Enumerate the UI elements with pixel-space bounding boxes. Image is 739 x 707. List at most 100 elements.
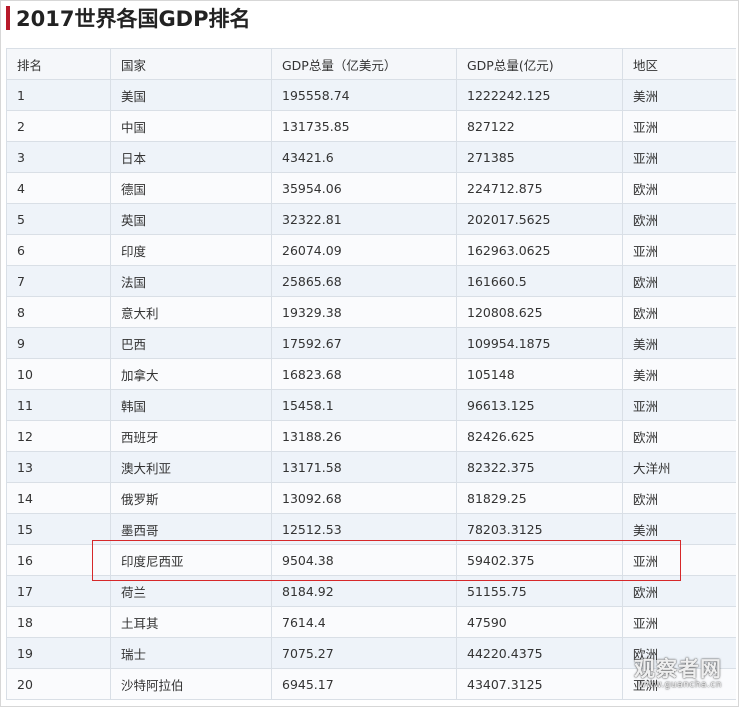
table-row: 5 英国 32322.81 202017.5625 欧洲 bbox=[6, 203, 736, 235]
gdp-ranking-table: 排名 国家 GDP总量（亿美元） GDP总量(亿元) 地区 1 美国 195558.… bbox=[6, 48, 736, 700]
country-cell: 印度尼西亚 bbox=[110, 544, 272, 576]
rank-cell: 6 bbox=[6, 234, 111, 266]
table-row: 1 美国 195558.74 1222242.125 美洲 bbox=[6, 79, 736, 111]
rank-cell: 9 bbox=[6, 327, 111, 359]
gdp-table-container: 排名 国家 GDP总量（亿美元） GDP总量(亿元) 地区 1 美国 195558.… bbox=[6, 48, 736, 700]
region-cell: 美洲 bbox=[622, 513, 736, 545]
page-frame: 2017世界各国GDP排名 排名 国家 GDP总量（亿美元） GDP总量(亿元)… bbox=[0, 0, 739, 707]
rank-cell: 2 bbox=[6, 110, 111, 142]
region-cell: 欧洲 bbox=[622, 420, 736, 452]
rank-cell: 12 bbox=[6, 420, 111, 452]
gdp-usd-cell: 16823.68 bbox=[271, 358, 457, 390]
region-cell: 亚洲 bbox=[622, 110, 736, 142]
gdp-usd-cell: 7614.4 bbox=[271, 606, 457, 638]
gdp-cny-cell: 105148 bbox=[456, 358, 623, 390]
rank-cell: 20 bbox=[6, 668, 111, 700]
header-row: 排名 国家 GDP总量（亿美元） GDP总量(亿元) 地区 bbox=[6, 48, 736, 80]
country-cell: 瑞士 bbox=[110, 637, 272, 669]
gdp-cny-cell: 59402.375 bbox=[456, 544, 623, 576]
gdp-usd-cell: 35954.06 bbox=[271, 172, 457, 204]
rank-cell: 18 bbox=[6, 606, 111, 638]
gdp-cny-cell: 1222242.125 bbox=[456, 79, 623, 111]
gdp-cny-cell: 202017.5625 bbox=[456, 203, 623, 235]
region-cell: 亚洲 bbox=[622, 234, 736, 266]
gdp-cny-cell: 82322.375 bbox=[456, 451, 623, 483]
table-row: 6 印度 26074.09 162963.0625 亚洲 bbox=[6, 234, 736, 266]
table-row: 3 日本 43421.6 271385 亚洲 bbox=[6, 141, 736, 173]
gdp-usd-cell: 26074.09 bbox=[271, 234, 457, 266]
country-cell: 意大利 bbox=[110, 296, 272, 328]
country-cell: 澳大利亚 bbox=[110, 451, 272, 483]
country-cell: 墨西哥 bbox=[110, 513, 272, 545]
header-gdp-cny: GDP总量(亿元) bbox=[456, 48, 623, 80]
region-cell: 欧洲 bbox=[622, 172, 736, 204]
region-cell: 欧洲 bbox=[622, 296, 736, 328]
country-cell: 土耳其 bbox=[110, 606, 272, 638]
gdp-usd-cell: 43421.6 bbox=[271, 141, 457, 173]
country-cell: 法国 bbox=[110, 265, 272, 297]
header-country: 国家 bbox=[110, 48, 272, 80]
rank-cell: 14 bbox=[6, 482, 111, 514]
gdp-cny-cell: 82426.625 bbox=[456, 420, 623, 452]
page-title: 2017世界各国GDP排名 bbox=[16, 7, 251, 31]
table-row: 11 韩国 15458.1 96613.125 亚洲 bbox=[6, 389, 736, 421]
country-cell: 韩国 bbox=[110, 389, 272, 421]
gdp-usd-cell: 6945.17 bbox=[271, 668, 457, 700]
rank-cell: 1 bbox=[6, 79, 111, 111]
header-gdp-usd: GDP总量（亿美元） bbox=[271, 48, 457, 80]
table-row: 4 德国 35954.06 224712.875 欧洲 bbox=[6, 172, 736, 204]
region-cell: 大洋州 bbox=[622, 451, 736, 483]
table-body: 1 美国 195558.74 1222242.125 美洲 2 中国 131735.85 827… bbox=[6, 79, 736, 700]
rank-cell: 4 bbox=[6, 172, 111, 204]
header-rank: 排名 bbox=[6, 48, 111, 80]
rank-cell: 7 bbox=[6, 265, 111, 297]
region-cell: 欧洲 bbox=[622, 575, 736, 607]
rank-cell: 15 bbox=[6, 513, 111, 545]
gdp-cny-cell: 109954.1875 bbox=[456, 327, 623, 359]
gdp-usd-cell: 9504.38 bbox=[271, 544, 457, 576]
gdp-cny-cell: 120808.625 bbox=[456, 296, 623, 328]
region-cell: 欧洲 bbox=[622, 203, 736, 235]
country-cell: 巴西 bbox=[110, 327, 272, 359]
gdp-usd-cell: 15458.1 bbox=[271, 389, 457, 421]
gdp-cny-cell: 162963.0625 bbox=[456, 234, 623, 266]
header-region: 地区 bbox=[622, 48, 736, 80]
rank-cell: 10 bbox=[6, 358, 111, 390]
country-cell: 中国 bbox=[110, 110, 272, 142]
region-cell: 亚洲 bbox=[622, 606, 736, 638]
country-cell: 印度 bbox=[110, 234, 272, 266]
country-cell: 日本 bbox=[110, 141, 272, 173]
region-cell: 亚洲 bbox=[622, 389, 736, 421]
gdp-cny-cell: 827122 bbox=[456, 110, 623, 142]
gdp-cny-cell: 78203.3125 bbox=[456, 513, 623, 545]
table-row: 19 瑞士 7075.27 44220.4375 欧洲 bbox=[6, 637, 736, 669]
rank-cell: 3 bbox=[6, 141, 111, 173]
rank-cell: 17 bbox=[6, 575, 111, 607]
table-row: 13 澳大利亚 13171.58 82322.375 大洋州 bbox=[6, 451, 736, 483]
region-cell: 美洲 bbox=[622, 358, 736, 390]
country-cell: 美国 bbox=[110, 79, 272, 111]
gdp-cny-cell: 44220.4375 bbox=[456, 637, 623, 669]
gdp-usd-cell: 13092.68 bbox=[271, 482, 457, 514]
gdp-cny-cell: 47590 bbox=[456, 606, 623, 638]
gdp-usd-cell: 32322.81 bbox=[271, 203, 457, 235]
rank-cell: 5 bbox=[6, 203, 111, 235]
gdp-usd-cell: 19329.38 bbox=[271, 296, 457, 328]
country-cell: 俄罗斯 bbox=[110, 482, 272, 514]
table-row: 14 俄罗斯 13092.68 81829.25 欧洲 bbox=[6, 482, 736, 514]
table-row: 2 中国 131735.85 827122 亚洲 bbox=[6, 110, 736, 142]
country-cell: 沙特阿拉伯 bbox=[110, 668, 272, 700]
table-row: 16 印度尼西亚 9504.38 59402.375 亚洲 bbox=[6, 544, 736, 576]
watermark-main: 观察者网 bbox=[634, 657, 722, 681]
country-cell: 德国 bbox=[110, 172, 272, 204]
gdp-usd-cell: 8184.92 bbox=[271, 575, 457, 607]
gdp-usd-cell: 7075.27 bbox=[271, 637, 457, 669]
gdp-cny-cell: 161660.5 bbox=[456, 265, 623, 297]
gdp-usd-cell: 12512.53 bbox=[271, 513, 457, 545]
gdp-usd-cell: 17592.67 bbox=[271, 327, 457, 359]
gdp-usd-cell: 13171.58 bbox=[271, 451, 457, 483]
table-row: 17 荷兰 8184.92 51155.75 欧洲 bbox=[6, 575, 736, 607]
region-cell: 美洲 bbox=[622, 327, 736, 359]
gdp-cny-cell: 96613.125 bbox=[456, 389, 623, 421]
gdp-usd-cell: 25865.68 bbox=[271, 265, 457, 297]
